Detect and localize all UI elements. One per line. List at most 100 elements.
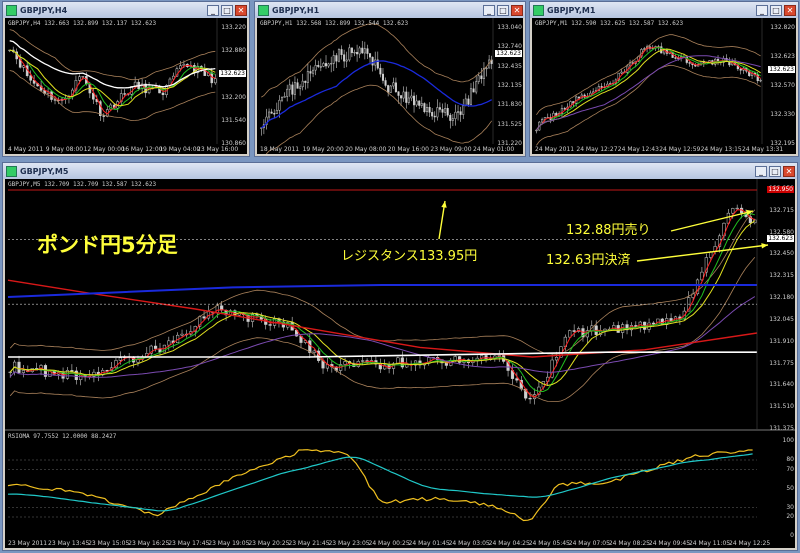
price-chart[interactable]: GBPJPY,M1 132.590 132.625 132.587 132.62… [532, 18, 796, 154]
candle [361, 47, 364, 54]
chart-canvas [8, 18, 218, 144]
candle [324, 63, 328, 67]
price-tick-label: 132.045 [769, 315, 794, 323]
time-tick-label: 4 May 2011 [8, 146, 44, 153]
candle [335, 55, 338, 62]
current-price-tag: 132.623 [495, 49, 522, 57]
candle [182, 63, 186, 66]
window-title: GBPJPY,H4 [20, 5, 68, 15]
chart-window-h1[interactable]: GBPJPY,H1 _ □ ✕ GBPJPY,H1 132.568 132.89… [254, 1, 526, 157]
price-tick-label: 132.623 [770, 53, 795, 60]
time-tick-label: 23 May 16:25 [128, 540, 170, 547]
rsi-line [7, 449, 753, 522]
candle [462, 105, 465, 115]
candle [475, 81, 478, 93]
candle [457, 111, 460, 113]
candle [444, 362, 448, 366]
time-tick-label: 24 May 01:45 [408, 540, 450, 547]
candle [620, 71, 623, 74]
candle [213, 78, 217, 84]
candle [449, 114, 452, 121]
minimize-button[interactable]: _ [483, 4, 495, 16]
candle [363, 48, 366, 54]
time-tick-label: 24 May 12:59 [659, 146, 701, 153]
candle [332, 55, 335, 64]
minimize-button[interactable]: _ [756, 4, 768, 16]
candle [609, 83, 612, 85]
price-chart[interactable]: GBPJPY,H1 132.568 132.899 132.544 132.62… [257, 18, 523, 154]
current-price-tag: 132.623 [767, 235, 794, 243]
candle [451, 118, 454, 121]
time-tick-label: 23 May 15:05 [88, 540, 130, 547]
title-bar[interactable]: GBPJPY,H1 _ □ ✕ [255, 2, 525, 18]
candle [343, 361, 347, 365]
candle [286, 88, 289, 97]
time-tick-label: 24 May 12:25 [729, 540, 771, 547]
candle [296, 82, 299, 89]
minimize-button[interactable]: _ [755, 165, 767, 177]
candle [469, 88, 473, 105]
minimize-button[interactable]: _ [207, 4, 219, 16]
candle [343, 54, 346, 62]
chart-icon [6, 165, 17, 177]
close-button[interactable]: ✕ [784, 4, 796, 16]
price-chart[interactable]: GBPJPY,H4 132.663 132.899 132.137 132.62… [5, 18, 247, 154]
candle [739, 68, 742, 71]
candle [392, 82, 395, 87]
price-tick-label: 131.775 [769, 359, 794, 367]
price-tick-label: 133.040 [497, 24, 522, 31]
price-chart[interactable]: GBPJPY,M5 132.709 132.709 132.587 132.62… [5, 179, 795, 548]
maximize-button[interactable]: □ [769, 165, 781, 177]
chart-window-h4[interactable]: GBPJPY,H4 _ □ ✕ GBPJPY,H4 132.663 132.89… [2, 1, 250, 157]
candle [361, 360, 365, 362]
candle [472, 88, 475, 93]
candle [387, 85, 390, 93]
candle [485, 67, 488, 70]
rsi-tick-label: 70 [786, 465, 794, 473]
candle [293, 82, 296, 95]
symbol-info: GBPJPY,H4 132.663 132.899 132.137 132.62… [8, 20, 157, 27]
time-tick-label: 24 May 08:25 [608, 540, 650, 547]
candle [600, 86, 603, 88]
time-tick-label: 19 May 20:00 [302, 146, 344, 153]
price-tick-label: 131.830 [497, 101, 522, 109]
maximize-button[interactable]: □ [497, 4, 509, 16]
close-button[interactable]: ✕ [783, 165, 795, 177]
candle [535, 129, 538, 132]
candle [309, 71, 312, 74]
time-tick-label: 18 May 2011 [260, 146, 300, 153]
ma-slow [535, 48, 761, 131]
candle [444, 108, 447, 113]
maximize-button[interactable]: □ [770, 4, 782, 16]
settle-arrow [636, 244, 769, 262]
price-tick-label: 132.570 [770, 82, 795, 89]
time-tick-label: 24 May 01:00 [473, 146, 515, 153]
chart-window-m5[interactable]: GBPJPY,M5 _ □ ✕ GBPJPY,M5 132.709 132.70… [2, 162, 798, 551]
time-tick-label: 23 May 09:00 [430, 146, 472, 153]
maximize-button[interactable]: □ [221, 4, 233, 16]
chart-canvas [535, 18, 763, 146]
close-button[interactable]: ✕ [235, 4, 247, 16]
title-bar[interactable]: GBPJPY,H4 _ □ ✕ [3, 2, 249, 18]
candle [312, 350, 316, 353]
title-bar[interactable]: GBPJPY,M1 _ □ ✕ [530, 2, 798, 18]
rsi-tick-label: 20 [786, 513, 794, 520]
candle [180, 333, 184, 336]
candle [314, 65, 317, 71]
rsi-tick-label: 50 [786, 484, 794, 492]
candle [283, 96, 286, 98]
candle [572, 330, 576, 332]
candle [405, 91, 408, 103]
candle [275, 110, 278, 114]
chart-window-m1[interactable]: GBPJPY,M1 _ □ ✕ GBPJPY,M1 132.590 132.62… [529, 1, 799, 157]
ma-mid [9, 49, 216, 110]
title-bar[interactable]: GBPJPY,M5 _ □ ✕ [3, 163, 797, 179]
price-tick-label: 131.375 [769, 425, 794, 432]
time-tick-label: 24 May 05:45 [528, 540, 570, 547]
candle [330, 63, 333, 65]
window-title: GBPJPY,M5 [20, 166, 69, 176]
resistance-price-tag: 132.950 [767, 186, 794, 193]
candle [420, 103, 423, 106]
candle [270, 111, 273, 114]
close-button[interactable]: ✕ [511, 4, 523, 16]
